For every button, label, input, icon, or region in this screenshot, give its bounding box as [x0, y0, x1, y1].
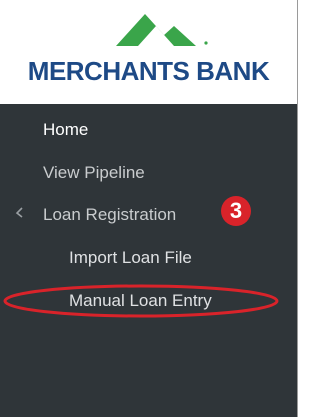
sidebar-item-home[interactable]: Home	[43, 120, 88, 140]
logo-header: MERCHANTS BANK	[0, 0, 297, 104]
chevron-icon[interactable]	[14, 206, 24, 218]
sidebar-item-view-pipeline[interactable]: View Pipeline	[43, 163, 145, 183]
sidebar-subitem-import-loan-file[interactable]: Import Loan File	[69, 248, 192, 268]
step-badge: 3	[221, 196, 251, 226]
merchants-bank-logo-icon	[116, 14, 208, 46]
sidebar-item-loan-registration[interactable]: Loan Registration	[43, 205, 176, 225]
app-frame: MERCHANTS BANK Home View Pipeline Loan R…	[0, 0, 298, 417]
brand-name: MERCHANTS BANK	[27, 56, 270, 86]
sidebar-subitem-manual-loan-entry[interactable]: Manual Loan Entry	[69, 291, 212, 311]
